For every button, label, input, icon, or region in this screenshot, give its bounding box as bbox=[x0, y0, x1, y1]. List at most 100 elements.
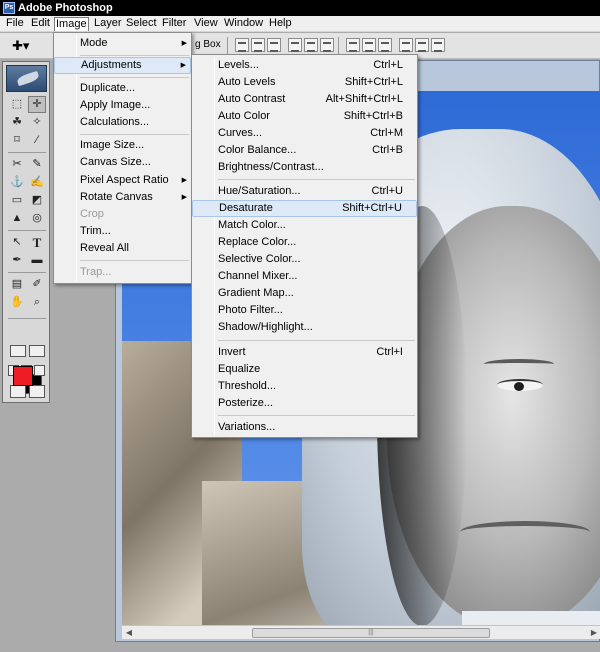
menu-item-auto-levels[interactable]: Auto Levels Shift+Ctrl+L bbox=[192, 74, 417, 91]
distribute-top-icon[interactable] bbox=[346, 38, 360, 52]
dodge-tool-icon[interactable]: ◎ bbox=[28, 210, 46, 227]
standard-mode-icon[interactable] bbox=[10, 345, 26, 357]
marquee-tool-icon[interactable]: ⬚ bbox=[8, 96, 26, 113]
brush-tool-icon[interactable]: ✎ bbox=[28, 156, 46, 173]
eyedropper-tool-icon[interactable]: ✐ bbox=[28, 276, 46, 293]
menu-item-color-balance[interactable]: Color Balance... Ctrl+B bbox=[192, 142, 417, 159]
checkmark-icon[interactable] bbox=[29, 385, 45, 398]
menu-file[interactable]: File bbox=[4, 17, 26, 31]
crop-tool-icon[interactable]: ⌑ bbox=[8, 132, 26, 149]
menu-item-threshold[interactable]: Threshold... bbox=[192, 378, 417, 395]
clone-stamp-tool-icon[interactable]: ⚓ bbox=[8, 174, 26, 191]
align-bottom-icon[interactable] bbox=[267, 38, 281, 52]
menu-image[interactable]: Image bbox=[54, 17, 89, 31]
menu-item-desaturate[interactable]: Desaturate Shift+Ctrl+U bbox=[192, 200, 417, 217]
jump-to-imageready-icon[interactable] bbox=[10, 385, 26, 398]
menu-item-label: Desaturate bbox=[219, 202, 273, 214]
menu-item-adjustments[interactable]: Adjustments ▶ bbox=[54, 57, 191, 74]
menu-item-label: Auto Levels bbox=[218, 76, 276, 88]
zoom-tool-icon[interactable]: ⌕ bbox=[28, 294, 46, 311]
menu-item-gradient-map[interactable]: Gradient Map... bbox=[192, 285, 417, 302]
shortcut-label: Ctrl+I bbox=[376, 346, 403, 358]
menu-item-brightness-contrast[interactable]: Brightness/Contrast... bbox=[192, 159, 417, 176]
menu-item-image-size[interactable]: Image Size... bbox=[54, 137, 191, 154]
blur-tool-icon[interactable]: ▲ bbox=[8, 210, 26, 227]
menu-item-apply-image[interactable]: Apply Image... bbox=[54, 97, 191, 114]
menu-item-photo-filter[interactable]: Photo Filter... bbox=[192, 302, 417, 319]
menu-item-label: Selective Color... bbox=[218, 253, 301, 265]
menu-item-label: Posterize... bbox=[218, 397, 274, 409]
menu-item-variations[interactable]: Variations... bbox=[192, 419, 417, 436]
distribute-hcenter-icon[interactable] bbox=[415, 38, 429, 52]
healing-brush-tool-icon[interactable]: ✂ bbox=[8, 156, 26, 173]
eraser-tool-icon[interactable]: ▭ bbox=[8, 192, 26, 209]
menu-item-posterize[interactable]: Posterize... bbox=[192, 395, 417, 412]
photoshop-feather-icon[interactable] bbox=[6, 65, 47, 92]
scrollbar-thumb[interactable]: ||| bbox=[252, 628, 490, 638]
history-brush-tool-icon[interactable]: ✍ bbox=[28, 174, 46, 191]
menu-select[interactable]: Select bbox=[124, 17, 159, 31]
menu-edit[interactable]: Edit bbox=[29, 17, 52, 31]
slice-tool-icon[interactable]: ∕ bbox=[28, 132, 46, 149]
align-left-icon[interactable] bbox=[288, 38, 302, 52]
menu-item-calculations[interactable]: Calculations... bbox=[54, 114, 191, 131]
menu-item-invert[interactable]: Invert Ctrl+I bbox=[192, 344, 417, 361]
menu-item-replace-color[interactable]: Replace Color... bbox=[192, 234, 417, 251]
menu-item-reveal-all[interactable]: Reveal All bbox=[54, 240, 191, 257]
menu-item-label: Gradient Map... bbox=[218, 287, 294, 299]
menu-item-rotate-canvas[interactable]: Rotate Canvas ▶ bbox=[54, 189, 191, 206]
menu-item-auto-color[interactable]: Auto Color Shift+Ctrl+B bbox=[192, 108, 417, 125]
notes-tool-icon[interactable]: ▤ bbox=[8, 276, 26, 293]
paint-bucket-tool-icon[interactable]: ◩ bbox=[28, 192, 46, 209]
menu-item-hue-saturation[interactable]: Hue/Saturation... Ctrl+U bbox=[192, 183, 417, 200]
menu-item-levels[interactable]: Levels... Ctrl+L bbox=[192, 57, 417, 74]
scroll-left-icon[interactable]: ◀ bbox=[124, 628, 134, 638]
path-selection-tool-icon[interactable]: ↖ bbox=[8, 234, 26, 251]
photoshop-logo-icon: Ps bbox=[3, 2, 15, 14]
menu-separator bbox=[80, 134, 189, 135]
distribute-vcenter-icon[interactable] bbox=[362, 38, 376, 52]
menu-item-match-color[interactable]: Match Color... bbox=[192, 217, 417, 234]
menu-item-pixel-aspect-ratio[interactable]: Pixel Aspect Ratio ▶ bbox=[54, 172, 191, 189]
distribute-left-icon[interactable] bbox=[399, 38, 413, 52]
menu-layer[interactable]: Layer bbox=[92, 17, 124, 31]
menu-item-selective-color[interactable]: Selective Color... bbox=[192, 251, 417, 268]
menu-item-auto-contrast[interactable]: Auto Contrast Alt+Shift+Ctrl+L bbox=[192, 91, 417, 108]
menu-filter[interactable]: Filter bbox=[160, 17, 188, 31]
menu-item-label: Crop bbox=[80, 208, 104, 220]
screen-mode-full-icon[interactable] bbox=[34, 365, 45, 376]
menu-window[interactable]: Window bbox=[222, 17, 265, 31]
menu-item-mode[interactable]: Mode ▶ bbox=[54, 35, 191, 52]
menu-item-channel-mixer[interactable]: Channel Mixer... bbox=[192, 268, 417, 285]
align-right-icon[interactable] bbox=[320, 38, 334, 52]
menu-item-shadow-highlight[interactable]: Shadow/Highlight... bbox=[192, 319, 417, 336]
align-top-icon[interactable] bbox=[235, 38, 249, 52]
pen-tool-icon[interactable]: ✒ bbox=[8, 252, 26, 269]
scroll-right-icon[interactable]: ▶ bbox=[589, 628, 599, 638]
type-tool-icon[interactable]: T bbox=[28, 234, 46, 251]
move-tool-icon[interactable]: ✛ bbox=[28, 96, 46, 113]
horizontal-scrollbar[interactable]: ◀ ||| ▶ bbox=[122, 625, 600, 639]
magic-wand-tool-icon[interactable]: ✧ bbox=[28, 114, 46, 131]
menu-help[interactable]: Help bbox=[267, 17, 294, 31]
menu-view[interactable]: View bbox=[192, 17, 220, 31]
distribute-bottom-icon[interactable] bbox=[378, 38, 392, 52]
distribute-right-icon[interactable] bbox=[431, 38, 445, 52]
shape-tool-icon[interactable]: ▬ bbox=[28, 252, 46, 269]
menu-item-equalize[interactable]: Equalize bbox=[192, 361, 417, 378]
menu-item-trim[interactable]: Trim... bbox=[54, 223, 191, 240]
menu-item-trap: Trap... bbox=[54, 264, 191, 281]
lasso-tool-icon[interactable]: ☘ bbox=[8, 114, 26, 131]
align-hcenter-icon[interactable] bbox=[304, 38, 318, 52]
menu-item-duplicate[interactable]: Duplicate... bbox=[54, 80, 191, 97]
menu-item-curves[interactable]: Curves... Ctrl+M bbox=[192, 125, 417, 142]
menu-item-canvas-size[interactable]: Canvas Size... bbox=[54, 154, 191, 171]
move-tool-icon[interactable]: ✚▾ bbox=[12, 37, 40, 55]
shortcut-label: Ctrl+U bbox=[371, 185, 403, 197]
hand-tool-icon[interactable]: ✋ bbox=[8, 294, 26, 311]
submenu-arrow-icon: ▶ bbox=[181, 194, 187, 201]
menu-item-label: Reveal All bbox=[80, 242, 129, 254]
quick-mask-mode-icon[interactable] bbox=[29, 345, 45, 357]
foreground-color-swatch[interactable] bbox=[13, 366, 33, 386]
align-vcenter-icon[interactable] bbox=[251, 38, 265, 52]
